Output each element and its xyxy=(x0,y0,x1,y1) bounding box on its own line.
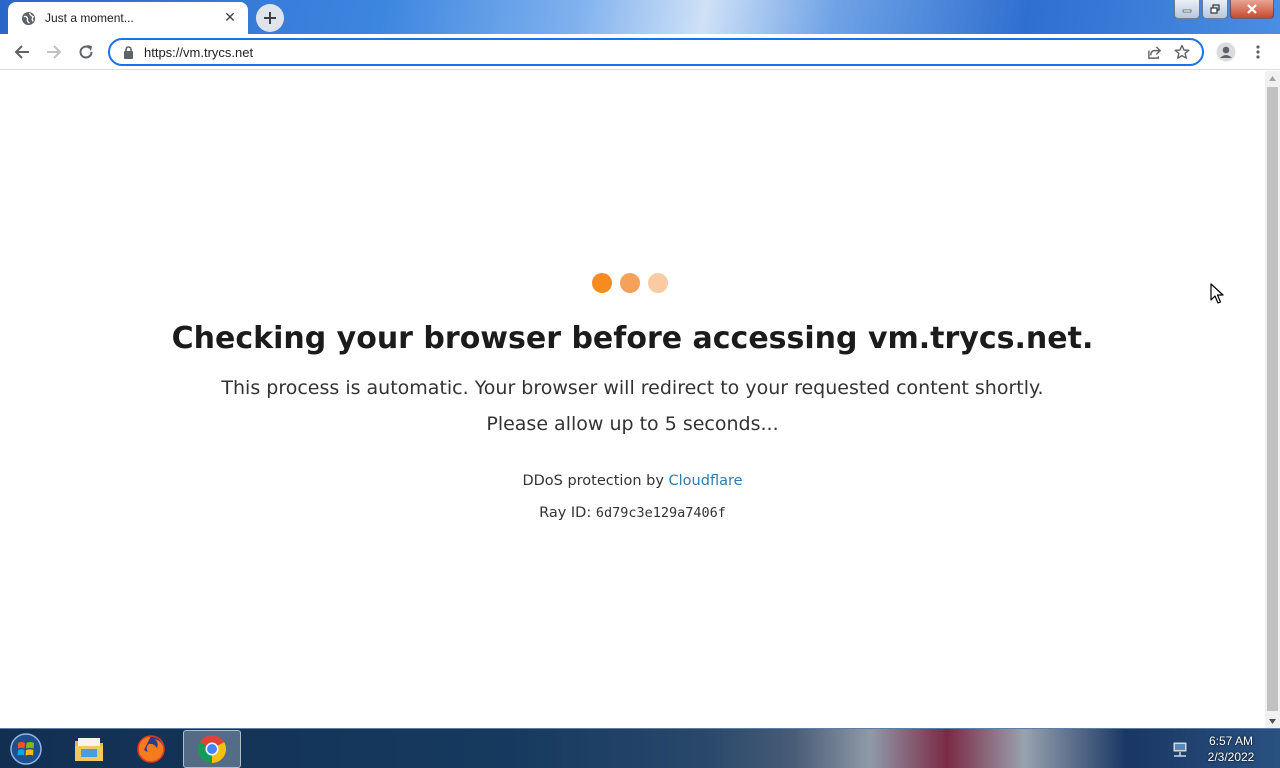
windows-taskbar: 6:57 AM 2/3/2022 xyxy=(0,728,1280,768)
new-tab-button[interactable] xyxy=(256,4,284,32)
clock-date: 2/3/2022 xyxy=(1207,750,1255,764)
loader-dot xyxy=(592,273,612,293)
cloudflare-link[interactable]: Cloudflare xyxy=(669,473,743,489)
loader-dot xyxy=(648,273,668,293)
globe-icon xyxy=(20,10,36,26)
page-viewport: Checking your browser before accessing v… xyxy=(0,71,1265,728)
reload-button[interactable] xyxy=(72,38,100,66)
redirect-message: This process is automatic. Your browser … xyxy=(221,377,1044,399)
mouse-cursor-icon xyxy=(1210,283,1224,304)
network-icon[interactable] xyxy=(1170,739,1190,759)
ray-id-value: 6d79c3e129a7406f xyxy=(595,505,726,521)
system-clock[interactable]: 6:57 AM 2/3/2022 xyxy=(1196,733,1266,765)
ray-id-line: Ray ID: 6d79c3e129a7406f xyxy=(0,505,1265,521)
browser-tab-strip: Just a moment... ✕ xyxy=(0,0,1280,34)
profile-avatar-icon xyxy=(1216,42,1236,62)
window-close-button[interactable] xyxy=(1230,0,1274,19)
browser-toolbar: https://vm.trycs.net xyxy=(0,34,1280,70)
back-button[interactable] xyxy=(8,38,36,66)
chrome-icon[interactable] xyxy=(183,730,241,768)
back-arrow-icon xyxy=(14,45,29,59)
loader-dot xyxy=(620,273,640,293)
ddos-prefix: DDoS protection by xyxy=(522,473,664,489)
minimize-button[interactable] xyxy=(1174,0,1200,19)
plus-icon xyxy=(264,12,276,24)
forward-arrow-icon xyxy=(47,45,62,59)
restore-button[interactable] xyxy=(1202,0,1228,19)
start-button[interactable] xyxy=(6,731,46,767)
scrollbar-thumb[interactable] xyxy=(1267,87,1278,711)
wait-notice: Please allow up to 5 seconds... xyxy=(486,413,779,435)
loading-indicator xyxy=(592,273,668,293)
browser-tab[interactable]: Just a moment... ✕ xyxy=(8,2,248,34)
ddos-protection-line: DDoS protection by Cloudflare xyxy=(0,473,1265,489)
reload-icon xyxy=(79,45,93,59)
tab-close-icon[interactable]: ✕ xyxy=(222,10,238,26)
page-heading: Checking your browser before accessing v… xyxy=(171,321,1094,356)
address-bar[interactable]: https://vm.trycs.net xyxy=(108,38,1204,66)
screen: { "browser": { "tab": { "title": "Just a… xyxy=(0,0,1280,768)
window-controls xyxy=(1174,0,1274,19)
firefox-icon[interactable] xyxy=(122,730,180,768)
scroll-down-icon[interactable] xyxy=(1265,714,1280,728)
tab-title: Just a moment... xyxy=(45,11,134,25)
windows-start-icon xyxy=(10,733,42,765)
forward-button[interactable] xyxy=(40,38,68,66)
menu-button[interactable] xyxy=(1244,38,1272,66)
bookmark-star-icon[interactable] xyxy=(1168,40,1196,64)
kebab-menu-icon xyxy=(1256,45,1260,59)
clock-time: 6:57 AM xyxy=(1208,734,1254,748)
profile-button[interactable] xyxy=(1212,38,1240,66)
ray-id-label: Ray ID: xyxy=(539,505,592,521)
scroll-up-icon[interactable] xyxy=(1265,71,1280,85)
page-scrollbar[interactable] xyxy=(1265,71,1280,728)
url-text[interactable]: https://vm.trycs.net xyxy=(144,45,1140,60)
lock-icon[interactable] xyxy=(121,45,135,59)
file-explorer-icon[interactable] xyxy=(60,730,118,768)
share-icon[interactable] xyxy=(1140,40,1168,64)
